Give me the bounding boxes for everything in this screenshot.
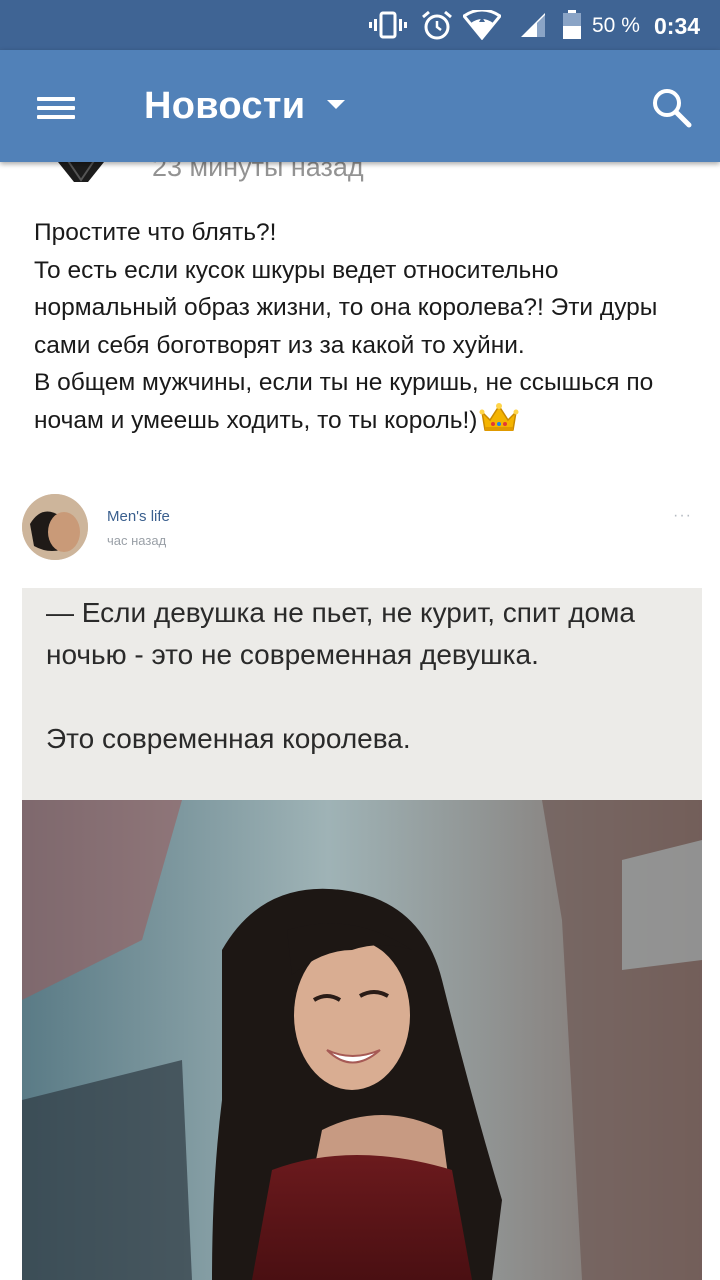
image-caption-area: — Если девушка не пьет, не курит, спит д… — [22, 588, 702, 800]
crown-icon — [479, 402, 519, 434]
search-button[interactable] — [648, 84, 696, 132]
chevron-down-icon[interactable] — [327, 100, 345, 109]
alarm-icon — [420, 10, 454, 40]
clock: 0:34 — [654, 13, 701, 39]
repost-author[interactable]: Men's life — [107, 508, 170, 526]
post-image[interactable]: — Если девушка не пьет, не курит, спит д… — [22, 588, 702, 1280]
wifi-data-icon — [462, 10, 502, 40]
image-caption-text: — Если девушка не пьет, не курит, спит д… — [46, 597, 635, 754]
post-body: Простите что блять?! То есть если кусок … — [34, 219, 658, 434]
search-icon — [653, 89, 692, 128]
battery-percent: 50 % — [592, 14, 640, 37]
menu-icon-line — [37, 115, 75, 119]
battery-icon — [560, 10, 584, 40]
menu-button[interactable] — [30, 84, 82, 128]
status-bar: 50 % 0:34 — [0, 0, 720, 50]
signal-icon — [518, 10, 548, 40]
repost-timestamp: час назад — [107, 533, 167, 548]
menu-icon — [37, 97, 75, 101]
more-options-button[interactable]: ··· — [673, 508, 692, 524]
menu-icon-line — [37, 106, 75, 110]
vibrate-icon — [368, 10, 408, 40]
page-title[interactable]: Новости — [144, 84, 305, 128]
repost-avatar[interactable] — [22, 494, 88, 560]
post-text: Простите что блять?! То есть если кусок … — [34, 214, 694, 439]
app-bar: Новости — [0, 50, 720, 162]
photo — [22, 800, 702, 1280]
